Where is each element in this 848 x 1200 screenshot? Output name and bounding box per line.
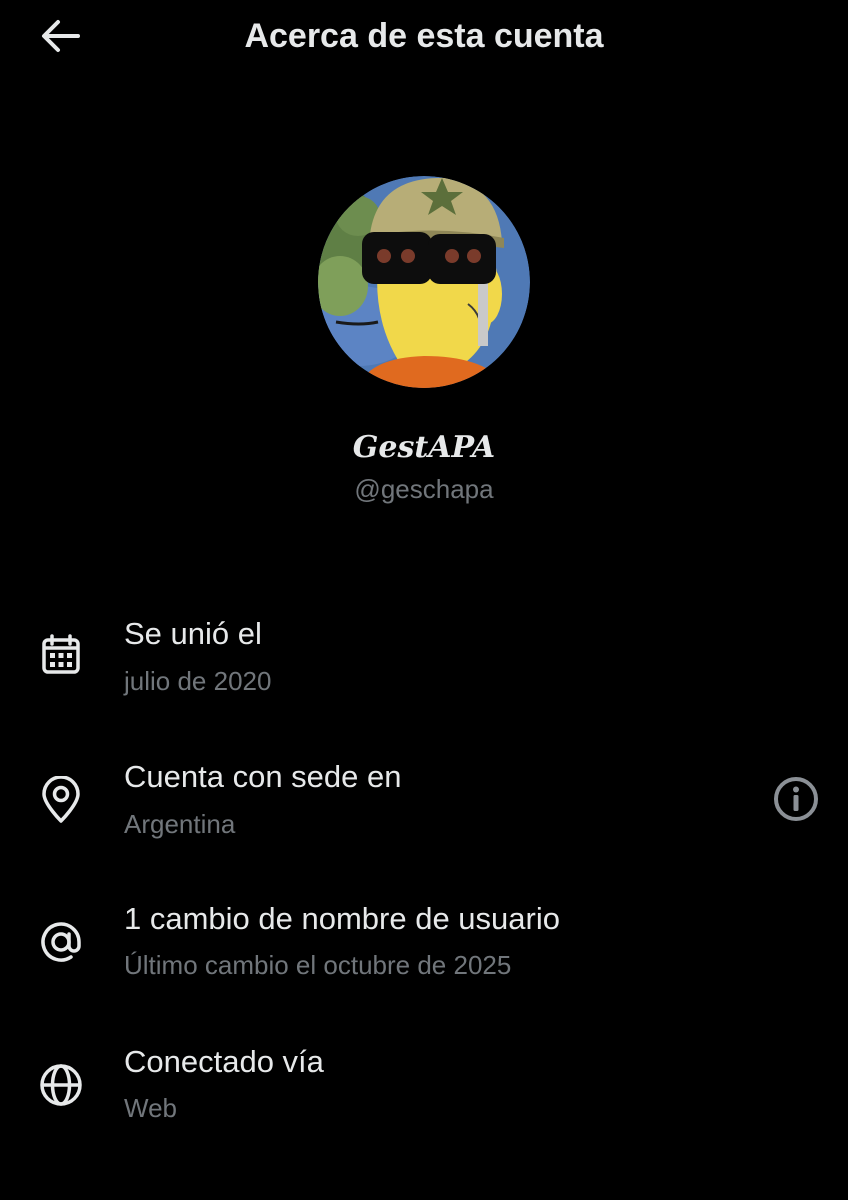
detail-title: Se unió el — [124, 616, 262, 651]
location-pin-icon — [36, 775, 86, 825]
display-name: GestAPA — [352, 430, 496, 465]
username-handle: @geschapa — [354, 474, 494, 504]
top-bar: Acerca de esta cuenta — [0, 0, 848, 72]
avatar[interactable] — [318, 176, 530, 388]
detail-subtitle: julio de 2020 — [124, 666, 272, 696]
detail-row-connected-via: Conectado vía Web — [0, 1036, 848, 1146]
page-title: Acerca de esta cuenta — [244, 17, 604, 55]
detail-title: Cuenta con sede en — [124, 759, 402, 794]
detail-subtitle: Web — [124, 1093, 177, 1123]
detail-title: Conectado vía — [124, 1044, 324, 1079]
detail-row-joined: Se unió el julio de 2020 — [0, 608, 848, 718]
detail-row-location: Cuenta con sede en Argentina — [0, 751, 848, 861]
detail-row-username-changes: 1 cambio de nombre de usuario Último cam… — [0, 893, 848, 1003]
location-info-button[interactable] — [770, 773, 822, 825]
calendar-icon — [36, 630, 86, 680]
detail-subtitle: Argentina — [124, 809, 236, 839]
globe-icon — [36, 1060, 86, 1110]
detail-subtitle: Último cambio el octubre de 2025 — [124, 950, 512, 980]
at-sign-icon — [36, 917, 86, 967]
info-icon — [774, 777, 818, 821]
detail-title: 1 cambio de nombre de usuario — [124, 901, 560, 936]
